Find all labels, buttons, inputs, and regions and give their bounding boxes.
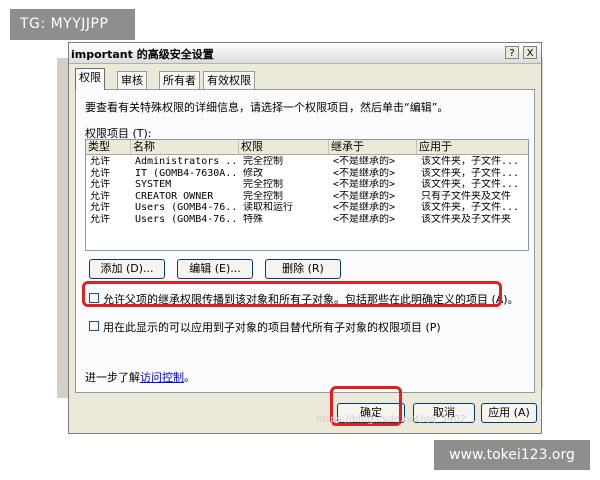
table-row[interactable]: 允许 Users (GOMB4-76... 读取和运行 <不是继承的> 该文件夹，子文件… bbox=[86, 202, 528, 214]
access-control-link[interactable]: 访问控制 bbox=[140, 371, 184, 384]
column-header-name[interactable]: 名称 bbox=[131, 140, 239, 154]
table-cell: 该文件夹，子文件... bbox=[421, 156, 520, 167]
table-cell: 完全控制 bbox=[243, 179, 283, 190]
table-cell: Users (GOMB4-76... bbox=[135, 213, 239, 225]
apply-button[interactable]: 应用 (A) bbox=[481, 403, 537, 423]
table-cell: 允许 bbox=[90, 179, 110, 190]
table-cell: 该文件夹及子文件夹 bbox=[421, 213, 511, 225]
column-header-apply-to[interactable]: 应用于 bbox=[417, 140, 528, 154]
learn-more-suffix: 。 bbox=[184, 371, 195, 384]
tab-owner[interactable]: 所有者 bbox=[159, 71, 200, 89]
table-row[interactable]: 允许 Administrators ... 完全控制 <不是继承的> 该文件夹，子文件.… bbox=[86, 156, 528, 168]
learn-more-text: 进一步了解访问控制。 bbox=[85, 369, 195, 385]
column-header-type[interactable]: 类型 bbox=[86, 140, 131, 154]
replace-permissions-checkbox[interactable] bbox=[89, 321, 99, 331]
column-header-permission[interactable]: 权限 bbox=[239, 140, 329, 154]
table-cell: 读取和运行 bbox=[243, 202, 293, 213]
table-cell: 完全控制 bbox=[243, 156, 283, 167]
close-button[interactable]: X bbox=[523, 46, 537, 59]
table-cell: 该文件夹，子文件... bbox=[421, 202, 520, 213]
table-cell: 该文件夹，子文件... bbox=[421, 167, 520, 179]
table-cell: SYSTEM bbox=[135, 179, 172, 190]
tab-effective-permissions[interactable]: 有效权限 bbox=[203, 71, 255, 89]
tab-auditing[interactable]: 审核 bbox=[117, 71, 147, 89]
dialog-title: important 的高级安全设置 bbox=[71, 48, 214, 61]
table-cell: 特殊 bbox=[243, 213, 263, 225]
remove-button[interactable]: 删除 (R) bbox=[265, 259, 341, 279]
table-cell: 完全控制 bbox=[243, 190, 283, 202]
list-header: 类型 名称 权限 继承于 应用于 bbox=[86, 140, 528, 155]
learn-more-prefix: 进一步了解 bbox=[85, 371, 140, 384]
table-cell: CREATOR OWNER bbox=[135, 190, 214, 202]
watermark-badge-bottom: www.tokei123.org bbox=[434, 440, 590, 470]
table-cell: 修改 bbox=[243, 167, 263, 179]
permissions-description: 要查看有关特殊权限的详细信息，请选择一个权限项目，然后单击“编辑”。 bbox=[85, 101, 449, 114]
table-cell: 允许 bbox=[90, 202, 110, 213]
table-row[interactable]: 允许 Users (GOMB4-76... 特殊 <不是继承的> 该文件夹及子文件夹 bbox=[86, 214, 528, 226]
table-cell: 允许 bbox=[90, 167, 110, 179]
dialog-titlebar: important 的高级安全设置 ? X bbox=[69, 43, 541, 64]
add-button[interactable]: 添加 (D)... bbox=[89, 259, 165, 279]
permission-entries-list[interactable]: 类型 名称 权限 继承于 应用于 允许 Administrators ... 完全控… bbox=[85, 139, 529, 251]
table-cell: 允许 bbox=[90, 190, 110, 202]
table-cell: IT (GOMB4-7630A... bbox=[135, 167, 239, 179]
table-row[interactable]: 允许 CREATOR OWNER 完全控制 <不是继承的> 只有子文件夹及文件 bbox=[86, 191, 528, 203]
table-cell: Users (GOMB4-76... bbox=[135, 202, 239, 213]
table-cell: <不是继承的> bbox=[333, 202, 396, 213]
watermark-badge-top: TG: MYYJJPP bbox=[10, 9, 135, 40]
edit-button[interactable]: 编辑 (E)... bbox=[177, 259, 253, 279]
help-button[interactable]: ? bbox=[505, 46, 519, 59]
table-cell: 只有子文件夹及文件 bbox=[421, 190, 511, 202]
table-cell: 允许 bbox=[90, 213, 110, 225]
table-cell: <不是继承的> bbox=[333, 213, 396, 225]
table-cell: <不是继承的> bbox=[333, 156, 396, 167]
highlight-inherit-checkbox bbox=[82, 281, 502, 307]
replace-permissions-label[interactable]: 用在此显示的可以应用到子对象的项目替代所有子对象的权限项目 (P) bbox=[103, 319, 441, 335]
advanced-security-dialog: important 的高级安全设置 ? X 权限 审核 所有者 有效权限 要查看… bbox=[68, 42, 542, 434]
table-cell: <不是继承的> bbox=[333, 167, 396, 179]
column-header-inherited-from[interactable]: 继承于 bbox=[329, 140, 417, 154]
table-cell: 允许 bbox=[90, 156, 110, 167]
tab-permissions[interactable]: 权限 bbox=[75, 68, 105, 90]
watermark-url: https://blog.csdn.net/qq_3402... bbox=[316, 414, 476, 425]
table-cell: <不是继承的> bbox=[333, 179, 396, 190]
table-cell: Administrators ... bbox=[135, 156, 239, 167]
table-row[interactable]: 允许 IT (GOMB4-7630A... 修改 <不是继承的> 该文件夹，子文件... bbox=[86, 168, 528, 180]
table-row[interactable]: 允许 SYSTEM 完全控制 <不是继承的> 该文件夹，子文件... bbox=[86, 179, 528, 191]
table-cell: <不是继承的> bbox=[333, 190, 396, 202]
table-cell: 该文件夹，子文件... bbox=[421, 179, 520, 190]
